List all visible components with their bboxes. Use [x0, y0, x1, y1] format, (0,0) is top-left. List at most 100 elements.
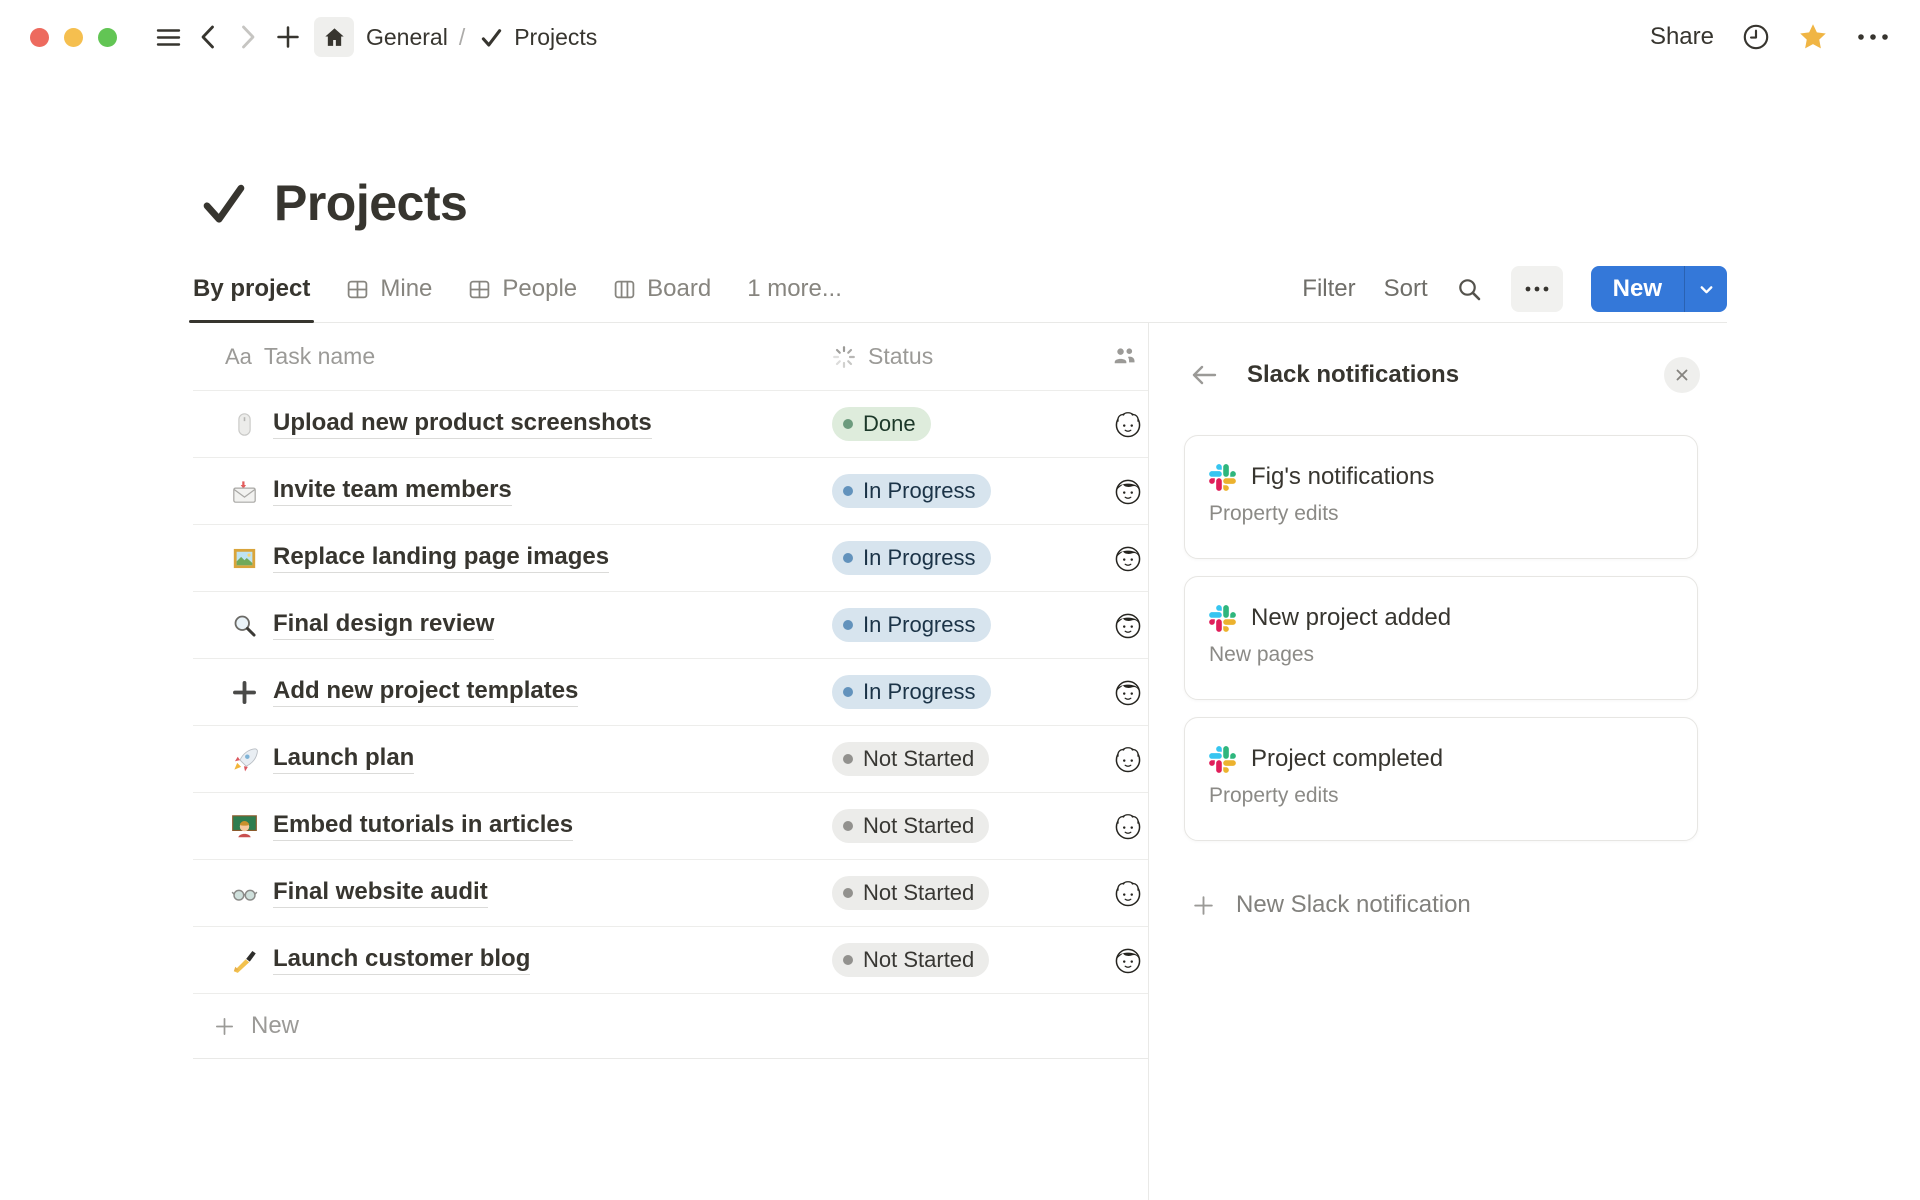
notification-subtitle: Property edits	[1209, 784, 1673, 808]
more-options-button[interactable]	[1856, 31, 1890, 43]
view-options-button[interactable]	[1511, 266, 1563, 312]
task-name-link[interactable]: Add new project templates	[273, 677, 578, 707]
status-badge[interactable]: Not Started	[832, 742, 989, 776]
avatar[interactable]	[1112, 877, 1144, 909]
table-row[interactable]: Final website audit Not Started	[193, 860, 1148, 927]
avatar[interactable]	[1112, 475, 1144, 507]
new-dropdown-button[interactable]	[1684, 266, 1727, 312]
notification-card[interactable]: Project completed Property edits	[1184, 717, 1698, 841]
page-title-text[interactable]: Projects	[274, 174, 467, 232]
new-row-button[interactable]: New	[193, 994, 1148, 1059]
view-bar: By project Mine People Board 1 more... F…	[193, 256, 1727, 323]
chevron-left-icon	[196, 23, 220, 51]
tab-label: By project	[193, 275, 310, 303]
table-row[interactable]: Add new project templates In Progress	[193, 659, 1148, 726]
status-badge[interactable]: Not Started	[832, 809, 989, 843]
task-name-link[interactable]: Launch plan	[273, 744, 414, 774]
sort-button[interactable]: Sort	[1384, 275, 1428, 303]
slack-logo-icon	[1209, 746, 1236, 773]
table-row[interactable]: Replace landing page images In Progress	[193, 525, 1148, 592]
filter-button[interactable]: Filter	[1302, 275, 1355, 303]
notification-card[interactable]: New project added New pages	[1184, 576, 1698, 700]
window-toolbar: General / Projects Share	[0, 0, 1920, 74]
nav-forward-button[interactable]	[228, 17, 268, 57]
breadcrumb-page[interactable]: Projects	[514, 24, 597, 51]
page-title: Projects	[200, 174, 467, 232]
task-name-link[interactable]: Final website audit	[273, 878, 488, 908]
updates-button[interactable]	[1742, 23, 1770, 51]
share-button[interactable]: Share	[1650, 23, 1714, 51]
table-row[interactable]: Final design review In Progress	[193, 592, 1148, 659]
avatar[interactable]	[1112, 609, 1144, 641]
panel-close-button[interactable]	[1664, 357, 1700, 393]
status-label: In Progress	[863, 681, 976, 703]
breadcrumb-root[interactable]: General	[366, 24, 448, 51]
status-badge[interactable]: Done	[832, 407, 931, 441]
notification-title: New project added	[1251, 604, 1451, 632]
status-label: Not Started	[863, 815, 974, 837]
column-header-status[interactable]: Status	[824, 343, 1100, 370]
status-badge[interactable]: Not Started	[832, 876, 989, 910]
chevron-down-icon	[1698, 281, 1715, 298]
search-button[interactable]	[1456, 276, 1483, 303]
favorite-button[interactable]	[1798, 22, 1828, 52]
avatar[interactable]	[1112, 944, 1144, 976]
task-name-link[interactable]: Embed tutorials in articles	[273, 811, 573, 841]
task-name-link[interactable]: Launch customer blog	[273, 945, 530, 975]
status-label: In Progress	[863, 614, 976, 636]
table-row[interactable]: Launch plan Not Started	[193, 726, 1148, 793]
table-row[interactable]: Invite team members In Progress	[193, 458, 1148, 525]
task-name-link[interactable]: Replace landing page images	[273, 543, 609, 573]
checkmark-icon	[480, 26, 503, 49]
status-badge[interactable]: In Progress	[832, 541, 991, 575]
task-name-link[interactable]: Final design review	[273, 610, 494, 640]
tab-people[interactable]: People	[468, 256, 577, 322]
avatar[interactable]	[1112, 810, 1144, 842]
panel-back-button[interactable]	[1189, 361, 1219, 389]
avatar[interactable]	[1112, 408, 1144, 440]
notification-card[interactable]: Fig's notifications Property edits	[1184, 435, 1698, 559]
rocket-icon	[231, 746, 258, 773]
table-row[interactable]: Embed tutorials in articles Not Started	[193, 793, 1148, 860]
status-badge[interactable]: In Progress	[832, 474, 991, 508]
status-label: Not Started	[863, 748, 974, 770]
home-icon	[322, 25, 347, 50]
search-icon	[1456, 276, 1483, 303]
column-header-task-name[interactable]: Aa Task name	[193, 343, 824, 370]
status-label: In Progress	[863, 480, 976, 502]
new-slack-notification-button[interactable]: New Slack notification	[1191, 891, 1471, 919]
status-badge[interactable]: In Progress	[832, 675, 991, 709]
status-property-icon	[832, 345, 856, 369]
status-badge[interactable]: Not Started	[832, 943, 989, 977]
home-button[interactable]	[314, 17, 354, 57]
status-badge[interactable]: In Progress	[832, 608, 991, 642]
new-button-group: New	[1591, 266, 1727, 312]
traffic-light-close[interactable]	[30, 28, 49, 47]
slack-notifications-panel: Slack notifications Fig's notifications …	[1148, 323, 1728, 1200]
table-row[interactable]: Launch customer blog Not Started	[193, 927, 1148, 994]
column-header-person[interactable]	[1100, 344, 1148, 369]
tab-more-views[interactable]: 1 more...	[747, 256, 842, 322]
traffic-light-zoom[interactable]	[98, 28, 117, 47]
sidebar-toggle-button[interactable]	[148, 17, 188, 57]
tab-by-project[interactable]: By project	[193, 256, 310, 322]
tab-mine[interactable]: Mine	[346, 256, 432, 322]
tab-label: 1 more...	[747, 275, 842, 303]
avatar[interactable]	[1112, 743, 1144, 775]
task-name-link[interactable]: Invite team members	[273, 476, 512, 506]
arrow-left-icon	[1189, 361, 1219, 389]
breadcrumb: General / Projects	[366, 24, 597, 51]
new-button[interactable]: New	[1591, 266, 1684, 312]
task-name-link[interactable]: Upload new product screenshots	[273, 409, 652, 439]
new-page-button[interactable]	[268, 17, 308, 57]
panel-title: Slack notifications	[1247, 361, 1459, 389]
panel-header: Slack notifications	[1189, 355, 1700, 395]
avatar[interactable]	[1112, 542, 1144, 574]
avatar[interactable]	[1112, 676, 1144, 708]
traffic-light-minimize[interactable]	[64, 28, 83, 47]
people-property-icon	[1112, 344, 1137, 369]
mouse-icon	[231, 411, 258, 438]
tab-board[interactable]: Board	[613, 256, 711, 322]
table-row[interactable]: Upload new product screenshots Done	[193, 391, 1148, 458]
nav-back-button[interactable]	[188, 17, 228, 57]
